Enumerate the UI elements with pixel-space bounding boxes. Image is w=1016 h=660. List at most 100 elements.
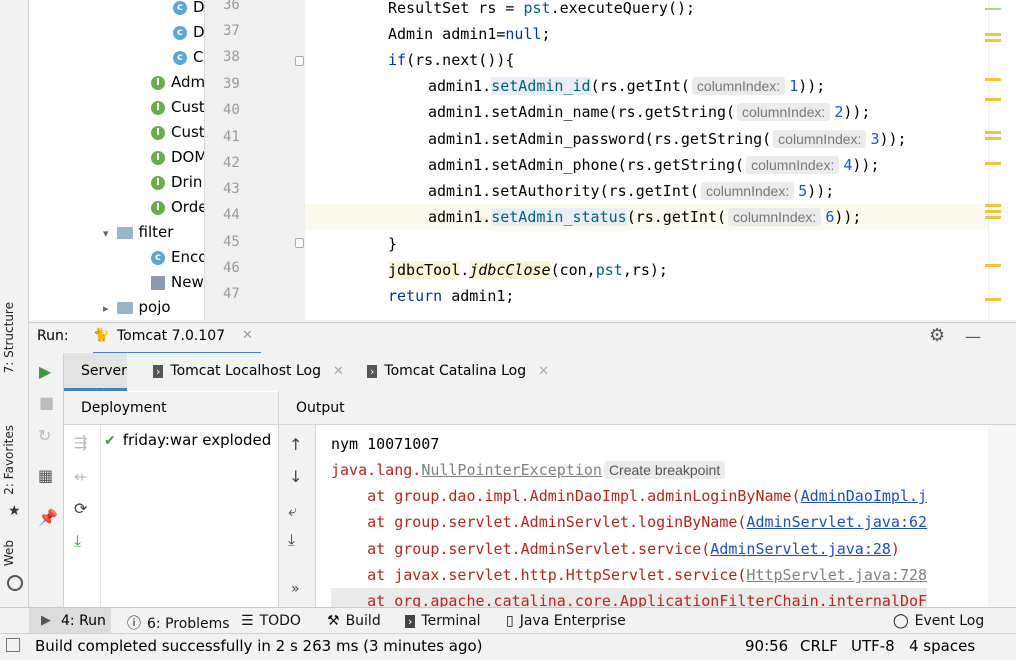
tab-problems[interactable]: ⓘ 6: Problems	[127, 613, 230, 633]
stripe-mark[interactable]	[985, 210, 1001, 213]
tab-todo[interactable]: ☰ TODO	[241, 613, 301, 629]
stripe-mark[interactable]	[985, 204, 1001, 207]
fold-icon[interactable]	[295, 56, 304, 66]
source-link[interactable]: AdminDaoImpl.j	[801, 487, 927, 505]
tab-run[interactable]: ▶ 4: Run	[29, 608, 111, 634]
close-icon[interactable]: ✕	[242, 328, 253, 343]
panel-toggle-icon[interactable]	[6, 638, 20, 652]
tree-item[interactable]: I Orde	[151, 195, 204, 220]
tree-item-label: Drin	[171, 173, 203, 191]
close-icon[interactable]: ✕	[333, 364, 344, 379]
stripe-mark[interactable]	[985, 137, 1001, 140]
tab-build[interactable]: ⚒ Build	[327, 613, 381, 629]
tab-terminal[interactable]: › Terminal	[405, 613, 481, 629]
tree-item[interactable]: c Enco	[151, 245, 204, 270]
stripe-mark[interactable]	[985, 33, 1001, 36]
tree-item[interactable]: New	[151, 270, 204, 295]
layout-icon[interactable]: ▦	[38, 466, 53, 485]
tab-localhost-log[interactable]: › Tomcat Localhost Log ✕	[153, 363, 344, 379]
tree-item-label: pojo	[138, 298, 171, 316]
code-editor[interactable]: ResultSet rs = pst.executeQuery(); Admin…	[305, 0, 988, 320]
tree-item[interactable]: I Cust	[151, 120, 204, 145]
tab-todo-label: TODO	[259, 613, 301, 629]
tree-item[interactable]: cC	[173, 45, 203, 70]
tree-item[interactable]: I DOM	[151, 145, 204, 170]
output-line: at org.apache.catalina.core.ApplicationF…	[331, 588, 928, 607]
tab-event-log[interactable]: ◯ Event Log	[893, 613, 984, 629]
gear-icon[interactable]: ⚙	[929, 325, 945, 346]
deploy-icon[interactable]: ⇶	[74, 433, 87, 452]
tab-java-enterprise-label: Java Enterprise	[519, 613, 626, 629]
status-message[interactable]: Build completed successfully in 2 s 263 …	[35, 637, 483, 655]
code-line-44: admin1.setAdmin_status(rs.getInt(columnI…	[428, 208, 862, 226]
tree-item[interactable]: I Cust	[151, 95, 204, 120]
chevron-down-icon[interactable]: ▾	[103, 227, 109, 240]
line-number: 37	[223, 23, 240, 39]
create-breakpoint-hint[interactable]: Create breakpoint	[603, 461, 726, 479]
tab-problems-label: 6: Problems	[147, 616, 230, 632]
source-link[interactable]: AdminServlet.java:62	[746, 513, 927, 531]
scroll-to-end-icon[interactable]: ⤓	[288, 530, 295, 550]
stripe-mark[interactable]	[985, 264, 1001, 267]
line-separator[interactable]: CRLF	[800, 637, 838, 655]
stripe-mark[interactable]	[985, 216, 1001, 219]
soft-wrap-icon[interactable]: ⤶	[288, 501, 297, 521]
stripe-mark[interactable]	[985, 162, 1001, 165]
exception-link[interactable]: NullPointerException	[421, 461, 602, 479]
tree-item[interactable]: I Drin	[151, 170, 202, 195]
structure-tab-label: 7: Structure	[2, 302, 16, 374]
undeploy-icon[interactable]: ⇷	[74, 467, 87, 486]
stripe-mark[interactable]	[985, 131, 1001, 134]
structure-tab[interactable]: 7: Structure	[2, 302, 16, 373]
output-line: java.lang.NullPointerException Create bre…	[331, 457, 729, 483]
error-stripe[interactable]	[988, 0, 1016, 320]
cursor-position[interactable]: 90:56	[745, 637, 788, 655]
output-line: at group.dao.impl.AdminDaoImpl.adminLogi…	[331, 487, 928, 505]
run-config-tab[interactable]: 🐈 Tomcat 7.0.107 ✕	[93, 323, 261, 355]
up-arrow-icon[interactable]: ↑	[289, 435, 302, 454]
deploy-all-icon[interactable]: ⤓	[74, 531, 81, 551]
refresh-icon[interactable]: ⟳	[74, 499, 87, 518]
tree-item[interactable]: cD	[173, 20, 204, 45]
tab-catalina-log[interactable]: › Tomcat Catalina Log ✕	[367, 363, 549, 379]
chevron-right-icon[interactable]: ▸	[103, 302, 109, 315]
tree-item-label: D	[193, 23, 204, 41]
stripe-mark[interactable]	[985, 39, 1001, 42]
run-icon[interactable]: ▶	[39, 362, 51, 381]
tree-item[interactable]: cD	[173, 0, 204, 20]
tab-terminal-label: Terminal	[421, 613, 481, 629]
output-scrollbar[interactable]	[988, 425, 1016, 607]
tree-folder-filter[interactable]: ▾ filter	[103, 220, 173, 245]
rerun-icon[interactable]: ↻	[38, 426, 51, 445]
source-link[interactable]: AdminServlet.java:28	[710, 540, 891, 558]
run-label: Run:	[37, 328, 69, 344]
tree-item-label: filter	[138, 223, 174, 241]
tab-catalina-log-label: Tomcat Catalina Log	[384, 363, 527, 379]
favorites-tab[interactable]: 2: Favorites	[2, 425, 16, 495]
file-encoding[interactable]: UTF-8	[851, 637, 895, 655]
interface-icon: I	[151, 200, 165, 215]
tab-server[interactable]: Server	[64, 353, 127, 391]
tab-java-enterprise[interactable]: ▯ Java Enterprise	[506, 613, 626, 629]
deployment-item[interactable]: ✔ friday:war exploded	[104, 431, 271, 449]
stripe-mark[interactable]	[985, 298, 1001, 301]
output-line: at group.servlet.AdminServlet.service(Ad…	[331, 540, 900, 558]
pin-icon[interactable]: 📌	[38, 508, 58, 527]
stripe-mark[interactable]	[985, 98, 1001, 101]
web-tab[interactable]: Web	[2, 540, 16, 566]
stripe-mark[interactable]	[985, 78, 1001, 81]
console-output[interactable]: nym 10071007 java.lang.NullPointerExcept…	[316, 425, 988, 607]
tree-item-label: D	[193, 0, 204, 16]
stop-icon[interactable]: ■	[39, 393, 54, 412]
minimize-icon[interactable]: —	[965, 327, 981, 346]
fold-icon[interactable]	[295, 238, 304, 248]
stripe-mark[interactable]	[985, 8, 1001, 10]
more-icon[interactable]: »	[291, 581, 300, 597]
down-arrow-icon[interactable]: ↓	[289, 467, 302, 486]
close-icon[interactable]: ✕	[538, 364, 549, 379]
tree-folder-pojo[interactable]: ▸ pojo	[103, 295, 171, 320]
tree-item[interactable]: I Adm	[151, 70, 204, 95]
indent-setting[interactable]: 4 spaces	[909, 637, 975, 655]
source-link[interactable]: HttpServlet.java:728	[746, 566, 927, 584]
line-number: 47	[223, 286, 240, 302]
